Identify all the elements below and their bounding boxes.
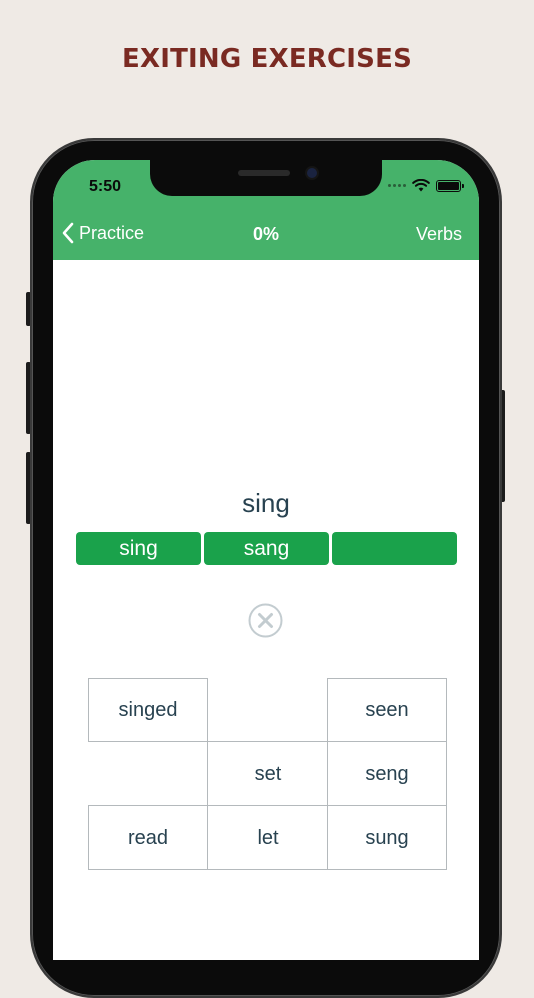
prompt-word: sing [242, 488, 290, 518]
front-camera [307, 168, 317, 178]
answer-slot-past-participle[interactable] [332, 532, 457, 565]
answer-slot-infinitive[interactable]: sing [76, 532, 201, 565]
choice-cell[interactable]: read [88, 806, 208, 870]
choice-cell[interactable]: sung [327, 806, 447, 870]
promo-headline: EXITING EXERCISES [122, 44, 412, 74]
choice-cell-empty [88, 742, 208, 806]
choice-cell[interactable]: seng [327, 742, 447, 806]
navigation-bar: 5:50 Practice 0% Verbs [53, 160, 479, 260]
wifi-icon [412, 179, 430, 192]
battery-icon [436, 179, 464, 192]
choice-cell[interactable]: let [208, 806, 328, 870]
choice-grid: singed seen set seng read let sung [88, 678, 447, 870]
phone-notch [150, 160, 382, 196]
status-time: 5:50 [89, 178, 122, 195]
signal-dots-icon [388, 184, 406, 187]
choice-cell[interactable]: singed [88, 678, 208, 742]
phone-screen: 5:50 Practice 0% Verbs sing sing sang si… [53, 160, 479, 960]
choice-cell[interactable]: seen [327, 678, 447, 742]
close-circle-icon[interactable] [248, 603, 283, 638]
choice-cell-empty [208, 678, 328, 742]
choice-cell[interactable]: set [208, 742, 328, 806]
answer-slot-past-simple[interactable]: sang [204, 532, 329, 565]
verbs-button[interactable]: Verbs [416, 224, 462, 245]
earpiece-speaker [238, 170, 290, 176]
status-icons [388, 179, 464, 192]
answer-slots: sing sang [76, 532, 457, 565]
